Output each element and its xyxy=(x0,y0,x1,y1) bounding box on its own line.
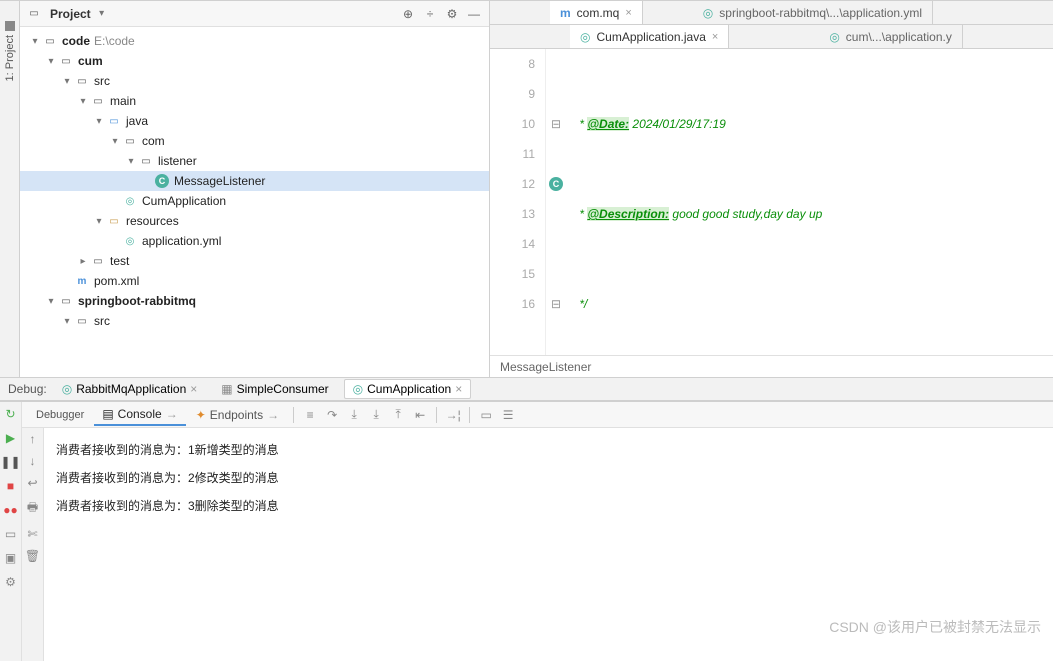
expand-icon[interactable]: ÷ xyxy=(421,5,439,23)
project-tree: ▾▭codeE:\code ▾▭cum ▾▭src ▾▭main ▾▭java … xyxy=(20,27,489,377)
tab-console[interactable]: ▤Console→ xyxy=(94,404,185,426)
line-gutter: 8910111213141516 xyxy=(490,49,546,355)
console-line: 消费者接收到的消息为：2修改类型的消息 xyxy=(56,464,1041,492)
tree-main[interactable]: ▾▭main xyxy=(20,91,489,111)
tree-code[interactable]: ▾▭codeE:\code xyxy=(20,31,489,51)
tree-resources[interactable]: ▾▭resources xyxy=(20,211,489,231)
track-icon[interactable]: ☰ xyxy=(498,405,518,425)
sidebar-marker xyxy=(5,21,15,31)
tree-com[interactable]: ▾▭com xyxy=(20,131,489,151)
left-tool-strip: 1: Project xyxy=(0,1,20,377)
code-area[interactable]: 8910111213141516 ⊟C⊟ * @Date: 2024/01/29… xyxy=(490,49,1053,355)
maven-icon: m xyxy=(560,6,571,20)
step-out-icon[interactable]: ⤒ xyxy=(388,405,408,425)
tree-src[interactable]: ▾▭src xyxy=(20,71,489,91)
wrap-icon[interactable]: ↩ xyxy=(27,476,37,490)
step-down2-icon[interactable]: ⤓ xyxy=(366,405,386,425)
project-tool-label[interactable]: 1: Project xyxy=(4,35,16,81)
tab-debugger[interactable]: Debugger xyxy=(28,406,92,424)
breakpoints-icon[interactable]: ●● xyxy=(3,502,19,518)
leaf-icon: ◎ xyxy=(62,382,72,396)
console-line: 消费者接收到的消息为：3删除类型的消息 xyxy=(56,492,1041,520)
clear-icon[interactable]: ✄ xyxy=(27,527,37,541)
down-icon[interactable]: ↓ xyxy=(30,454,36,468)
tab-endpoints[interactable]: ✦Endpoints→ xyxy=(188,405,287,425)
editor-tabs-second: ◎CumApplication.java× ◎cum\...\applicati… xyxy=(490,25,1053,49)
tree-src2[interactable]: ▾▭src xyxy=(20,311,489,331)
editor-pane: mcom.mq× ◎springboot-rabbitmq\...\applic… xyxy=(490,1,1053,377)
close-icon[interactable]: × xyxy=(455,382,462,396)
console-left-toolbar: ↻ ▶ ❚❚ ■ ●● ▭ ▣ ⚙ xyxy=(0,402,22,661)
rerun-icon[interactable]: ↻ xyxy=(3,406,19,422)
tree-test[interactable]: ▸▭test xyxy=(20,251,489,271)
camera-icon[interactable]: ▣ xyxy=(3,550,19,566)
run-tab-simple-consumer[interactable]: ▦SimpleConsumer xyxy=(212,379,337,399)
project-pane: ▭ Project ▾ ⊕ ÷ ⚙ — ▾▭codeE:\code ▾▭cum … xyxy=(20,1,490,377)
console-icon: ▤ xyxy=(102,407,113,421)
leaf-icon: ◎ xyxy=(353,382,363,396)
endpoints-icon: ✦ xyxy=(196,408,206,422)
tree-listener[interactable]: ▾▭listener xyxy=(20,151,489,171)
debug-bar: Debug: ◎RabbitMqApplication× ▦SimpleCons… xyxy=(0,377,1053,401)
hide-icon[interactable]: — xyxy=(465,5,483,23)
tab-com-mq[interactable]: mcom.mq× xyxy=(550,1,643,24)
print-icon[interactable]: 🖶 xyxy=(27,498,38,519)
tree-app-yml[interactable]: ◎application.yml xyxy=(20,231,489,251)
tree-cum-application[interactable]: ◎CumApplication xyxy=(20,191,489,211)
project-pane-header: ▭ Project ▾ ⊕ ÷ ⚙ — xyxy=(20,1,489,27)
class-gutter-icon: C xyxy=(549,177,563,191)
close-icon[interactable]: × xyxy=(712,31,718,43)
layout-icon[interactable]: ▭ xyxy=(3,526,19,542)
editor-tabs-top: mcom.mq× ◎springboot-rabbitmq\...\applic… xyxy=(490,1,1053,25)
pause-icon[interactable]: ❚❚ xyxy=(3,454,19,470)
debug-label: Debug: xyxy=(8,382,47,396)
tab-app-yml-2[interactable]: ◎cum\...\application.y xyxy=(819,25,963,48)
gutter-marks: ⊟C⊟ xyxy=(546,49,566,355)
leaf-icon: ◎ xyxy=(829,30,839,44)
project-title: Project xyxy=(50,7,91,21)
step-drop-icon[interactable]: ⇤ xyxy=(410,405,430,425)
step-into-icon[interactable]: ↷ xyxy=(322,405,342,425)
editor-breadcrumb[interactable]: MessageListener xyxy=(490,355,1053,377)
run-tab-rabbitmq[interactable]: ◎RabbitMqApplication× xyxy=(53,379,207,399)
watermark: CSDN @该用户已被封禁无法显示 xyxy=(829,617,1041,637)
code-lines[interactable]: * @Date: 2024/01/29/17:19 * @Description… xyxy=(566,49,1053,355)
close-icon[interactable]: × xyxy=(190,382,197,396)
tree-pom[interactable]: mpom.xml xyxy=(20,271,489,291)
up-icon[interactable]: ↑ xyxy=(30,432,36,446)
run-to-cursor-icon[interactable]: →¦ xyxy=(443,405,463,425)
tree-message-listener[interactable]: CMessageListener xyxy=(20,171,489,191)
tree-java[interactable]: ▾▭java xyxy=(20,111,489,131)
step-down-icon[interactable]: ⤓ xyxy=(344,405,364,425)
gear-icon[interactable]: ⚙ xyxy=(443,5,461,23)
leaf-icon: ◎ xyxy=(122,193,138,209)
folder-icon: ▭ xyxy=(26,6,42,22)
leaf-icon: ◎ xyxy=(580,30,590,44)
class-icon: C xyxy=(155,174,169,188)
close-icon[interactable]: × xyxy=(625,7,631,19)
tree-cum[interactable]: ▾▭cum xyxy=(20,51,489,71)
maven-icon: m xyxy=(74,273,90,289)
evaluate-icon[interactable]: ▭ xyxy=(476,405,496,425)
leaf-icon: ◎ xyxy=(703,6,713,20)
target-icon[interactable]: ⊕ xyxy=(399,5,417,23)
tab-cum-application[interactable]: ◎CumApplication.java× xyxy=(570,25,729,48)
stop-icon[interactable]: ■ xyxy=(3,478,19,494)
console-tool-row: Debugger ▤Console→ ✦Endpoints→ ≡ ↷ ⤓ ⤓ ⤒… xyxy=(22,402,1053,428)
step-over-icon[interactable]: ≡ xyxy=(300,405,320,425)
tree-springboot-rabbitmq[interactable]: ▾▭springboot-rabbitmq xyxy=(20,291,489,311)
trash-icon[interactable]: 🗑 xyxy=(25,549,40,563)
tab-app-yml-1[interactable]: ◎springboot-rabbitmq\...\application.yml xyxy=(693,1,933,24)
run-tab-cum-application[interactable]: ◎CumApplication× xyxy=(344,379,472,399)
run-icon[interactable]: ▶ xyxy=(3,430,19,446)
grid-icon: ▦ xyxy=(221,382,232,396)
gear-icon[interactable]: ⚙ xyxy=(3,574,19,590)
console-mid-toolbar: ↑ ↓ ↩ 🖶 ✄ 🗑 xyxy=(22,428,44,661)
leaf-icon: ◎ xyxy=(122,233,138,249)
console-line: 消费者接收到的消息为：1新增类型的消息 xyxy=(56,436,1041,464)
chevron-down-icon[interactable]: ▾ xyxy=(95,8,109,19)
